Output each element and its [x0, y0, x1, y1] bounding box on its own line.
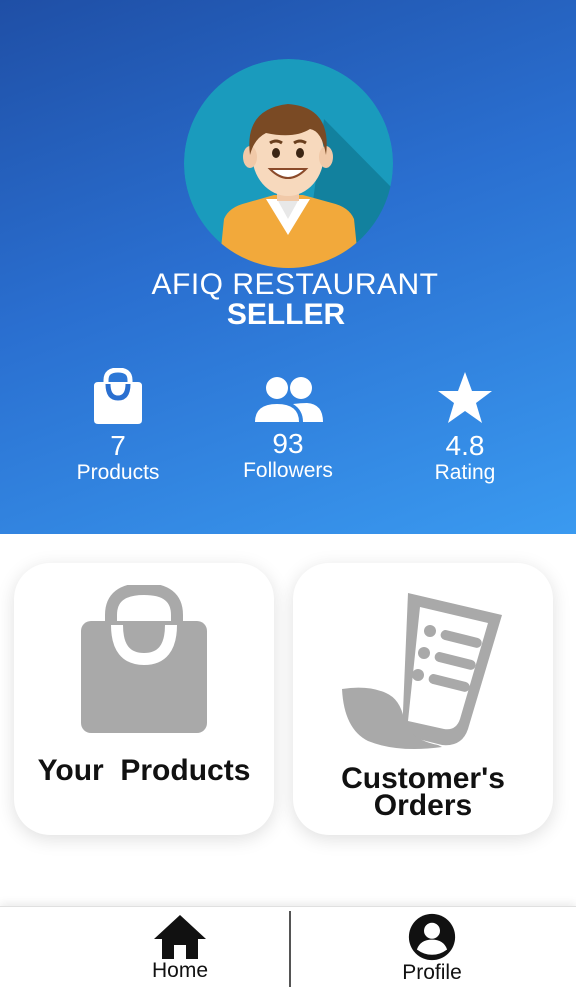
- nav-home[interactable]: Home: [120, 907, 240, 987]
- receipt-icon: [293, 589, 553, 753]
- people-icon: [228, 376, 348, 429]
- your-products-card[interactable]: Your Products: [14, 563, 274, 835]
- nav-profile-label: Profile: [402, 961, 462, 984]
- stat-products-label: Products: [76, 461, 160, 484]
- stat-products-value: 7: [110, 430, 126, 461]
- stat-rating-label: Rating: [434, 461, 496, 484]
- shopping-bag-icon: [58, 367, 178, 431]
- stat-rating-value: 4.8: [445, 430, 485, 461]
- shop-name: AFIQ RESTAURANT: [151, 268, 439, 301]
- account-circle-icon: [408, 913, 456, 961]
- seller-role: SELLER: [226, 298, 346, 331]
- home-icon: [154, 915, 206, 959]
- nav-profile[interactable]: Profile: [372, 907, 492, 987]
- stat-rating: 4.8 Rating: [405, 370, 525, 485]
- stat-products: 7 Products: [58, 367, 178, 485]
- star-icon: [405, 370, 525, 431]
- customer-orders-label-line2: Orders: [373, 789, 473, 822]
- nav-home-label: Home: [151, 959, 209, 982]
- customer-orders-card[interactable]: Customer's Orders: [293, 563, 553, 835]
- stat-followers-value: 93: [272, 428, 304, 459]
- bottom-navigation: Home Profile: [0, 906, 576, 987]
- customer-orders-label: Customer's Orders: [293, 764, 553, 822]
- seller-avatar-icon: [184, 59, 393, 268]
- stat-followers-label: Followers: [243, 459, 333, 482]
- profile-header: AFIQ RESTAURANT SELLER 7 Products 93 Fol…: [0, 0, 576, 534]
- nav-divider: [289, 911, 291, 987]
- your-products-label: Your Products: [37, 754, 251, 787]
- shopping-bag-icon: [14, 585, 274, 735]
- stat-followers: 93 Followers: [228, 376, 348, 483]
